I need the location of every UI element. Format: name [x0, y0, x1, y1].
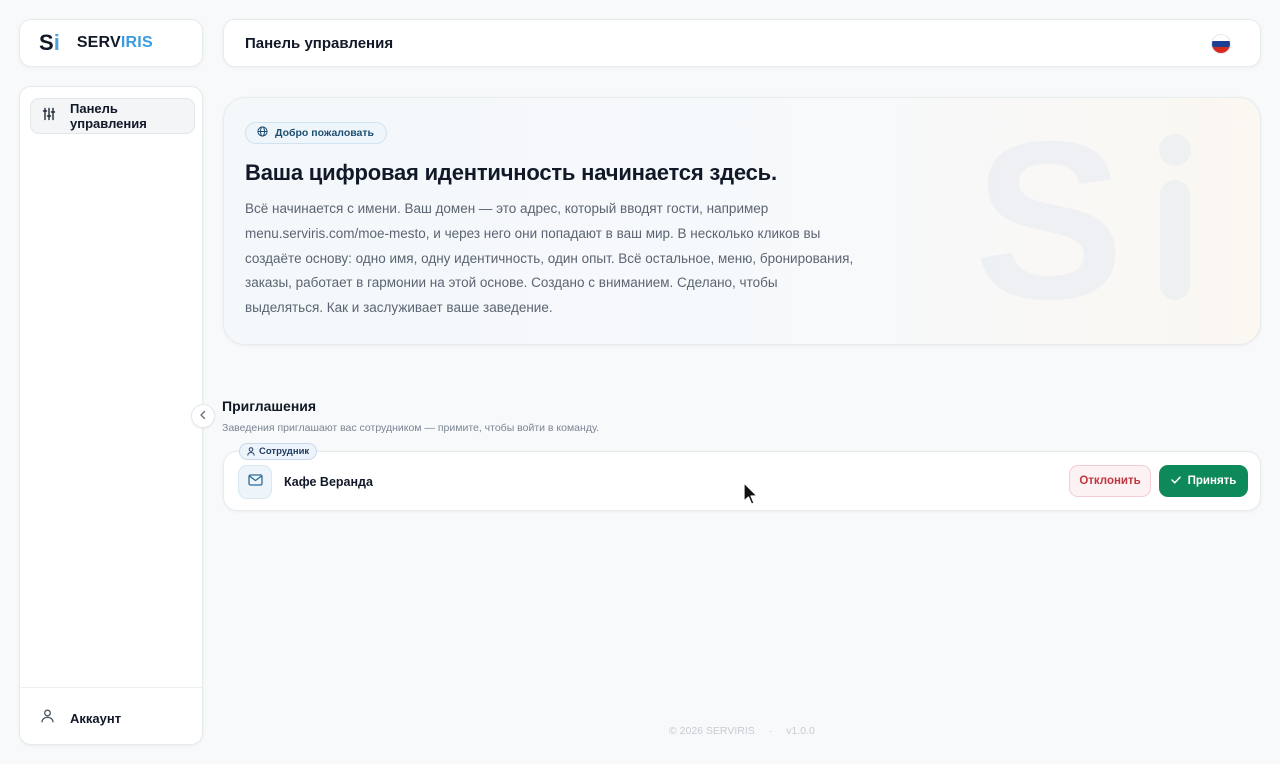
logo-mark-i: i	[53, 30, 60, 55]
accept-button[interactable]: Принять	[1159, 465, 1248, 497]
sidebar-collapse-button[interactable]	[191, 404, 215, 428]
sidebar: Панель управления Аккаунт	[19, 86, 203, 745]
account-label: Аккаунт	[70, 711, 122, 726]
sidebar-item-label: Панель управления	[70, 101, 147, 131]
invitation-venue-name: Кафе Веранда	[284, 475, 373, 489]
chevron-left-icon	[199, 407, 207, 425]
invitations-subtitle: Заведения приглашают вас сотрудником — п…	[222, 422, 600, 434]
welcome-badge-label: Добро пожаловать	[275, 127, 374, 139]
russia-flag-icon[interactable]	[1211, 34, 1231, 54]
hero-description: Всё начинается с имени. Ваш домен — это …	[245, 201, 854, 316]
footer-separator: ·	[768, 725, 773, 737]
footer: © 2026 SERVIRIS · v1.0.0	[669, 725, 815, 737]
footer-version: v1.0.0	[786, 725, 815, 737]
accept-button-label: Принять	[1187, 475, 1237, 487]
logo-mark-s: S	[39, 30, 54, 55]
mouse-cursor-icon	[743, 482, 758, 505]
footer-copyright: © 2026 SERVIRIS	[669, 725, 755, 737]
brand-name: SERVIRIS	[77, 34, 153, 52]
sidebar-item-account[interactable]: Аккаунт	[41, 709, 121, 728]
top-header: Панель управления	[223, 19, 1261, 67]
welcome-hero: S Добро пожаловать Ваша цифровая идентич…	[223, 97, 1261, 345]
welcome-badge: Добро пожаловать	[245, 122, 387, 144]
sidebar-item-dashboard[interactable]: Панель управления	[30, 98, 195, 134]
brand-name-prefix: SERV	[76, 34, 121, 51]
logo-watermark-icon: S	[974, 118, 1191, 318]
hero-title: Ваша цифровая идентичность начинается зд…	[245, 160, 777, 185]
decline-button[interactable]: Отклонить	[1069, 465, 1151, 497]
user-icon	[41, 709, 54, 728]
mail-icon	[247, 473, 263, 491]
invitation-item: Кафе Веранда Отклонить Принять	[223, 451, 1261, 511]
person-icon	[247, 443, 255, 461]
mail-icon-box	[238, 465, 272, 499]
logo-card[interactable]: Si SERVIRIS	[19, 19, 203, 67]
sliders-icon	[42, 107, 56, 126]
role-badge: Сотрудник	[239, 443, 318, 461]
check-icon	[1170, 475, 1181, 487]
brand-name-accent: IRIS	[120, 34, 153, 51]
page-title: Панель управления	[245, 34, 394, 52]
globe-icon	[257, 124, 268, 142]
logo-mark: Si	[39, 30, 60, 56]
sidebar-divider	[20, 687, 202, 688]
svg-text:S: S	[974, 118, 1124, 318]
invitations-title: Приглашения	[222, 398, 317, 414]
role-badge-label: Сотрудник	[259, 446, 310, 457]
